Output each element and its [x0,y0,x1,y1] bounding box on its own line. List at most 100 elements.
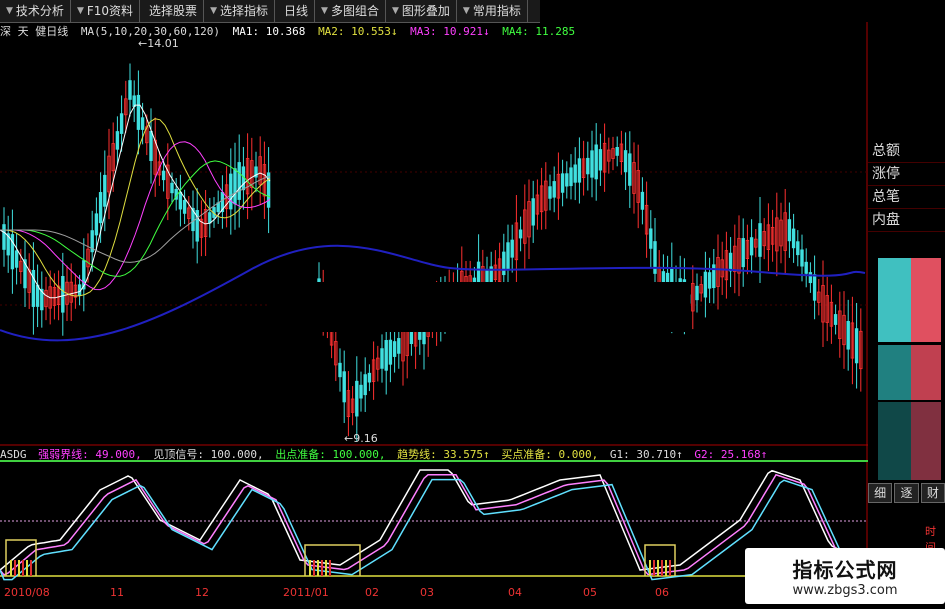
low-price-label: ←9.16 [344,432,378,445]
candle-body [140,117,145,130]
x-axis: 2010/08 11 12 2011/01 02 03 04 05 06 [0,586,868,602]
x-axis-label: 12 [195,586,209,599]
candle-body [833,314,838,325]
candle-body [594,144,598,180]
candle-body [103,174,107,207]
candle-body [119,113,124,134]
candle-body [846,320,850,350]
candle-body [397,338,401,354]
candle-body [61,276,65,313]
trend-line: 趋势线: 33.575↑ [397,448,490,461]
candle-body [338,362,342,378]
x-axis-label: 04 [508,586,522,599]
candle-body [380,348,384,369]
candle-body [136,94,141,130]
signal-bar [669,560,671,576]
candle-body [854,328,859,364]
candle-body [14,250,19,268]
signal-bar [317,560,319,576]
candle-body [115,131,120,150]
candle-body [598,149,603,171]
signal-bar [649,560,651,576]
high-price-label: ←14.01 [138,37,179,50]
candle-body [182,200,187,214]
candle-body [128,80,132,100]
strong-weak-line: 强弱界线: 49.000, [38,448,142,461]
right-panel-label: 总笔 [868,186,945,209]
candle-body [502,251,506,276]
g1-value: G1: 30.710↑ [609,448,683,461]
candle-body [791,228,796,249]
candle-body [741,238,745,268]
right-panel-tabs: 细逐财 [868,483,945,503]
indicator-info-bar: ASDG 强弱界线: 49.000, 见顶信号: 100.000, 出点准备: … [0,446,868,461]
exit-prepare: 出点准备: 100.000, [275,448,386,461]
right-panel-label: 总额 [868,140,945,163]
x-axis-label: 2011/01 [283,586,329,599]
x-axis-label: 05 [583,586,597,599]
candle-body [707,272,712,289]
candle-body [728,252,733,272]
candle-body [178,191,183,210]
candle-body [560,173,565,193]
right-panel-label: 涨停 [868,163,945,186]
candle-body [161,170,166,181]
candle-body [485,269,489,284]
candle-body [359,384,363,399]
candle-body [392,341,397,357]
candle-body [552,181,556,198]
candle-body [518,229,523,239]
signal-bar [657,560,659,576]
signal-bar [665,560,667,576]
candle-body [384,340,388,371]
signal-bar [309,560,311,576]
g2-value: G2: 25.168↑ [694,448,768,461]
candle-body [342,371,346,403]
signal-bar [26,560,28,576]
buy-prepare: 买点准备: 0.000, [501,448,599,461]
right-panel-label: 内盘 [868,209,945,232]
candle-body [787,219,792,242]
site-watermark: 指标公式网 www.zbgs3.com [745,548,945,604]
candle-body [2,224,6,250]
x-axis-label: 02 [365,586,379,599]
candle-body [804,261,808,274]
signal-bar [325,560,327,576]
candle-body [758,223,762,257]
candle-body [808,272,813,284]
signal-bar [10,560,12,576]
candle-body [569,167,573,187]
candlesticks [2,63,863,442]
candle-body [208,212,212,224]
signal-bar [313,560,315,576]
right-panel: 总额 涨停 总笔 内盘 [868,140,945,232]
candle-body [628,153,632,186]
indicator-name: ASDG [0,448,27,461]
candle-body [565,173,569,187]
candle-body [640,191,645,210]
candle-body [363,374,367,396]
kline-chart[interactable]: ←14.01 ←9.16 [0,0,868,609]
candle-body [94,213,99,236]
candle-body [703,271,708,298]
signal-bar [661,560,663,576]
candle-body [623,150,628,173]
watermark-title: 指标公式网 [792,558,898,582]
x-axis-label: 2010/08 [4,586,50,599]
candle-body [510,239,514,258]
signal-bar [14,560,16,576]
signal-bar [653,560,655,576]
signal-bar [30,560,32,576]
candle-body [577,158,582,183]
candle-body [749,237,754,256]
candle-body [506,242,510,270]
candle-body [812,274,817,301]
right-panel-tab[interactable]: 逐 [894,483,919,503]
indicator-line [0,473,861,576]
indicator-line [0,478,861,581]
right-panel-tab[interactable]: 细 [868,483,893,503]
signal-bar [329,560,331,576]
candle-body [796,241,800,256]
right-panel-tab[interactable]: 财 [920,483,945,503]
candle-body [98,192,103,224]
